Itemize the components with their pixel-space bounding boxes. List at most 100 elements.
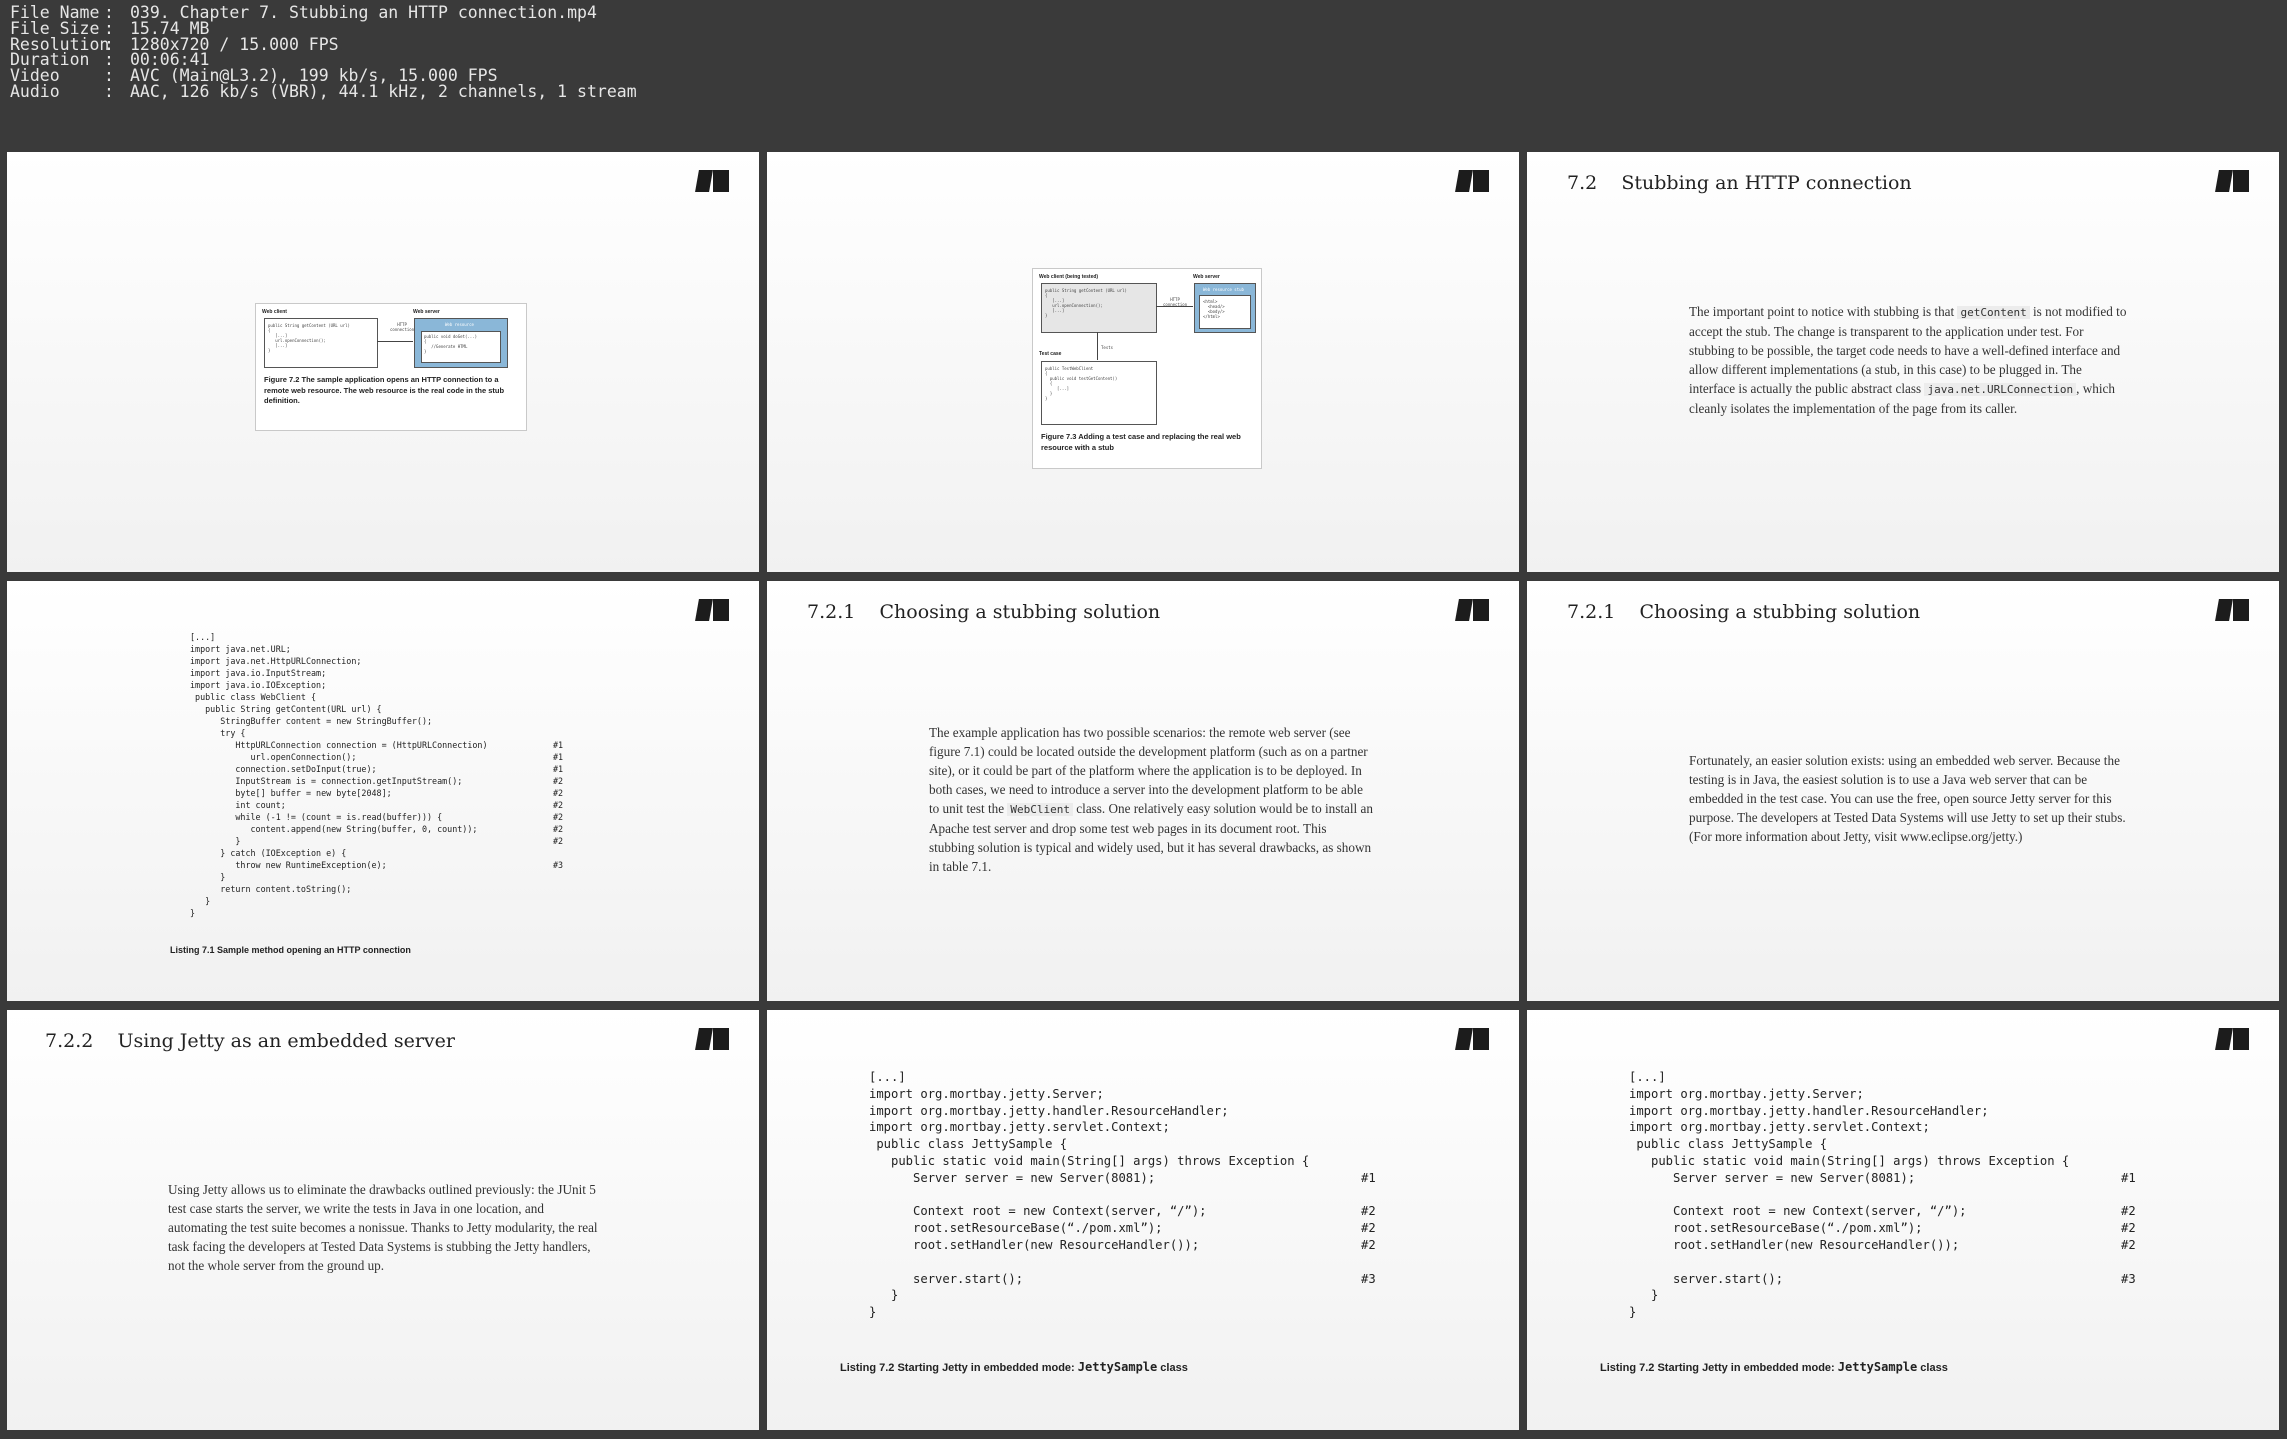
code-line: server.start(); #3	[869, 1271, 1376, 1286]
section-paragraph: Using Jetty allows us to eliminate the d…	[168, 1182, 598, 1273]
code-line: Context root = new Context(server, “/”);…	[869, 1204, 1376, 1219]
section-paragraph: The example application has two possible…	[929, 723, 1374, 876]
thumbnail-3[interactable]: 7.2 Stubbing an HTTP connection The impo…	[1527, 152, 2279, 572]
file-info-row: Audio: AAC, 126 kb/s (VBR), 44.1 kHz, 2 c…	[10, 80, 637, 103]
web-client-label: Web client (being tested)	[1039, 274, 1099, 280]
code-annotation-marker: #2	[1361, 1221, 1376, 1236]
http-arrow	[1156, 306, 1193, 307]
code-line: }	[1629, 1305, 1637, 1320]
code-annotation-marker: #2	[553, 788, 564, 798]
code-line: root.setResourceBase(“./pom.xml”); #2	[869, 1221, 1376, 1236]
web-resource-stub-box: Web resource stub <html> <head/> <body/>…	[1194, 283, 1256, 333]
code-line: }	[190, 896, 211, 906]
thumbnail-7[interactable]: 7.2.2 Using Jetty as an embedded server …	[7, 1010, 759, 1430]
web-client-box: public String getContent (URL url) { [..…	[1041, 283, 1157, 333]
web-resource-label: Web resource	[445, 322, 474, 327]
tests-arrow	[1097, 332, 1098, 360]
manning-logo-icon	[695, 170, 729, 192]
web-server-label: Web server	[413, 309, 440, 315]
inline-code: java.net.URLConnection	[1924, 383, 2077, 396]
code-annotation-marker: #1	[1361, 1170, 1376, 1185]
code-annotation-marker: #1	[553, 764, 564, 774]
web-client-label: Web client	[262, 309, 287, 315]
paragraph-text: The important point to notice with stubb…	[1689, 304, 1955, 319]
figure-caption: Figure 7.2 The sample application opens …	[264, 375, 505, 405]
code-line: return content.toString();	[190, 884, 352, 894]
code-line: Server server = new Server(8081); #1	[869, 1170, 1376, 1185]
code-line: while (-1 != (count = is.read(buffer))) …	[190, 812, 564, 822]
code-line: }	[190, 908, 196, 918]
figure-caption: Figure 7.3 Adding a test case and replac…	[1041, 432, 1241, 452]
code-line: import java.net.URL;	[190, 644, 291, 654]
code-line: } catch (IOException e) {	[190, 848, 347, 858]
stub-code: <html> <head/> <body/> </html>	[1203, 299, 1225, 319]
code-line: public class WebClient {	[190, 692, 317, 702]
section-title: 7.2 Stubbing an HTTP connection	[1567, 172, 1912, 194]
file-info-key: Audio	[10, 82, 60, 101]
section-title: 7.2.2 Using Jetty as an embedded server	[45, 1030, 455, 1052]
code-annotation-marker: #1	[553, 740, 564, 750]
code-line: byte[] buffer = new byte[2048]; #2	[190, 788, 564, 798]
manning-logo-icon	[2215, 1028, 2249, 1050]
file-info-panel: File Name:039. Chapter 7. Stubbing an HT…	[0, 0, 2287, 150]
code-annotation-marker: #2	[2121, 1204, 2136, 1219]
listing-caption: Listing 7.1 Sample method opening an HTT…	[170, 945, 411, 955]
code-line: public static void main(String[] args) t…	[869, 1153, 1310, 1168]
code-annotation-marker: #2	[553, 800, 564, 810]
thumbnail-1[interactable]: Web client Web server public String getC…	[7, 152, 759, 572]
manning-logo-icon	[1455, 599, 1489, 621]
code-line: root.setHandler(new ResourceHandler()); #…	[869, 1237, 1376, 1252]
caption-text: class	[1917, 1362, 1948, 1374]
manning-logo-icon	[2215, 599, 2249, 621]
code-annotation-marker: #3	[2121, 1271, 2136, 1286]
figure-7-2: Web client Web server public String getC…	[255, 303, 527, 431]
code-line: import java.net.HttpURLConnection;	[190, 656, 362, 666]
code-annotation-marker: #2	[553, 812, 564, 822]
code-annotation-marker: #1	[553, 752, 564, 762]
web-server-label: Web server	[1193, 274, 1220, 280]
code-line: [...]	[1629, 1070, 1666, 1084]
code-line: Context root = new Context(server, “/”);…	[1629, 1204, 2136, 1219]
code-line: import org.mortbay.jetty.Server;	[1629, 1086, 1864, 1101]
thumbnail-6[interactable]: 7.2.1 Choosing a stubbing solution Fortu…	[1527, 581, 2279, 1001]
listing-caption: Listing 7.2 Starting Jetty in embedded m…	[840, 1360, 1188, 1374]
caption-text: Listing 7.2 Starting Jetty in embedded m…	[840, 1362, 1078, 1374]
thumbnail-4[interactable]: [...] import java.net.URL; import java.net…	[7, 581, 759, 1001]
code-line: [...]	[190, 632, 216, 642]
code-annotation-marker: #2	[553, 824, 564, 834]
code-annotation-marker: #2	[553, 836, 564, 846]
code-line: import java.io.InputStream;	[190, 668, 327, 678]
code-annotation-marker: #2	[2121, 1237, 2136, 1252]
section-title: 7.2.1 Choosing a stubbing solution	[807, 601, 1161, 623]
tests-label: Tests	[1101, 345, 1114, 350]
thumbnail-8[interactable]: [...] import org.mortbay.jetty.Server; imp…	[767, 1010, 1519, 1430]
web-resource-box: Web resource public void doGet(...) { //…	[414, 318, 508, 368]
caption-text: Listing 7.2 Starting Jetty in embedded m…	[1600, 1362, 1838, 1374]
section-paragraph: Fortunately, an easier solution exists: …	[1689, 753, 2126, 844]
thumbnail-5[interactable]: 7.2.1 Choosing a stubbing solution The e…	[767, 581, 1519, 1001]
code-line: server.start(); #3	[1629, 1271, 2136, 1286]
code-line: import org.mortbay.jetty.handler.Resourc…	[869, 1103, 1229, 1118]
manning-logo-icon	[1455, 170, 1489, 192]
web-resource-code: public void doGet(...) { //Generate HTML…	[424, 334, 477, 354]
code-line: } #2	[190, 836, 564, 846]
code-line: int count; #2	[190, 800, 564, 810]
code-annotation-marker: #3	[553, 860, 564, 870]
figure-7-3: Web client (being tested) Web server pub…	[1032, 268, 1262, 469]
file-info-value: AAC, 126 kb/s (VBR), 44.1 kHz, 2 channel…	[130, 82, 637, 101]
manning-logo-icon	[695, 599, 729, 621]
web-client-code: public String getContent (URL url) { [..…	[268, 323, 350, 353]
thumbnail-2[interactable]: Web client (being tested) Web server pub…	[767, 152, 1519, 572]
web-resource-stub-label: Web resource stub	[1203, 287, 1244, 292]
thumbnail-9[interactable]: [...] import org.mortbay.jetty.Server; imp…	[1527, 1010, 2279, 1430]
code-annotation-marker: #1	[2121, 1170, 2136, 1185]
code-line: root.setResourceBase(“./pom.xml”); #2	[1629, 1221, 2136, 1236]
code-line: }	[1629, 1288, 1659, 1303]
code-line: import org.mortbay.jetty.handler.Resourc…	[1629, 1103, 1989, 1118]
caption-code: JettySample	[1077, 1360, 1158, 1374]
http-arrow	[377, 341, 413, 342]
listing-caption: Listing 7.2 Starting Jetty in embedded m…	[1600, 1360, 1948, 1374]
manning-logo-icon	[1455, 1028, 1489, 1050]
